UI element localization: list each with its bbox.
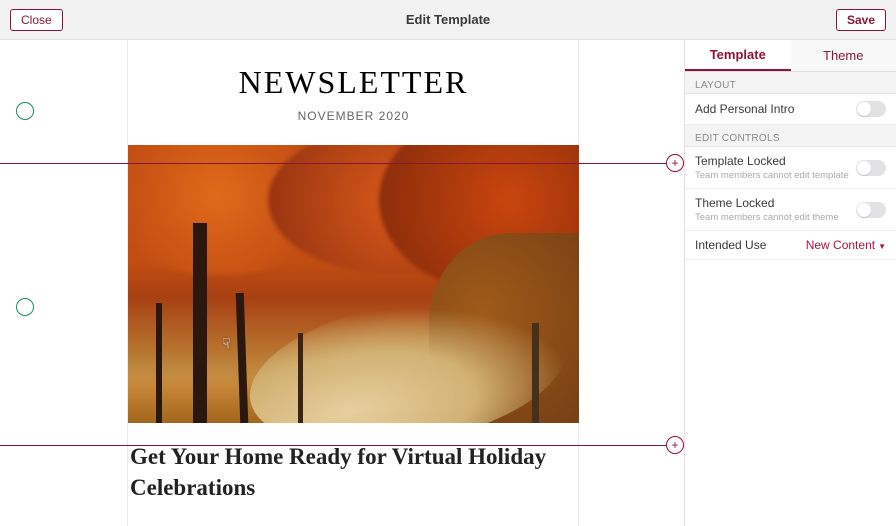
save-button[interactable]: Save [836, 9, 886, 31]
article-title: Get Your Home Ready for Virtual Holiday … [128, 423, 579, 509]
theme-locked-sub: Team members cannot edit theme [695, 212, 856, 223]
hero-image[interactable]: ☟ [128, 145, 579, 423]
newsletter-heading: NEWSLETTER [128, 40, 579, 109]
close-button[interactable]: Close [10, 9, 63, 31]
toggle-template-locked[interactable] [856, 160, 886, 176]
select-handle-2[interactable] [16, 298, 34, 316]
row-theme-locked[interactable]: Theme Locked Team members cannot edit th… [685, 189, 896, 231]
row-add-personal-intro[interactable]: Add Personal Intro [685, 94, 896, 125]
tab-theme[interactable]: Theme [791, 40, 896, 71]
page-title: Edit Template [406, 12, 490, 27]
theme-locked-label: Theme Locked [695, 196, 856, 210]
add-section-button-1[interactable]: + [666, 154, 684, 172]
section-divider-2: + [0, 445, 674, 446]
section-divider-1: + [0, 163, 674, 164]
add-personal-intro-label: Add Personal Intro [695, 102, 856, 116]
intended-use-label: Intended Use [695, 238, 806, 252]
content-column: NEWSLETTER NOVEMBER 2020 ☟ Get Your Home… [128, 40, 579, 526]
cursor-icon: ☟ [222, 335, 231, 352]
section-edit-controls: Edit Controls [685, 125, 896, 147]
template-locked-label: Template Locked [695, 154, 856, 168]
sidebar: Template Theme Layout Add Personal Intro… [684, 40, 896, 526]
template-locked-sub: Team members cannot edit template [695, 170, 856, 181]
tab-template[interactable]: Template [685, 40, 791, 71]
add-section-button-2[interactable]: + [666, 436, 684, 454]
newsletter-date: NOVEMBER 2020 [128, 109, 579, 145]
intended-use-value[interactable]: New Content▼ [806, 238, 886, 252]
select-handle-1[interactable] [16, 102, 34, 120]
toggle-add-personal-intro[interactable] [856, 101, 886, 117]
sidebar-tabs: Template Theme [685, 40, 896, 72]
toggle-theme-locked[interactable] [856, 202, 886, 218]
topbar: Close Edit Template Save [0, 0, 896, 40]
canvas: NEWSLETTER NOVEMBER 2020 ☟ Get Your Home… [0, 40, 684, 526]
chevron-down-icon: ▼ [878, 242, 886, 251]
row-template-locked[interactable]: Template Locked Team members cannot edit… [685, 147, 896, 189]
row-intended-use[interactable]: Intended Use New Content▼ [685, 231, 896, 260]
section-layout: Layout [685, 72, 896, 94]
